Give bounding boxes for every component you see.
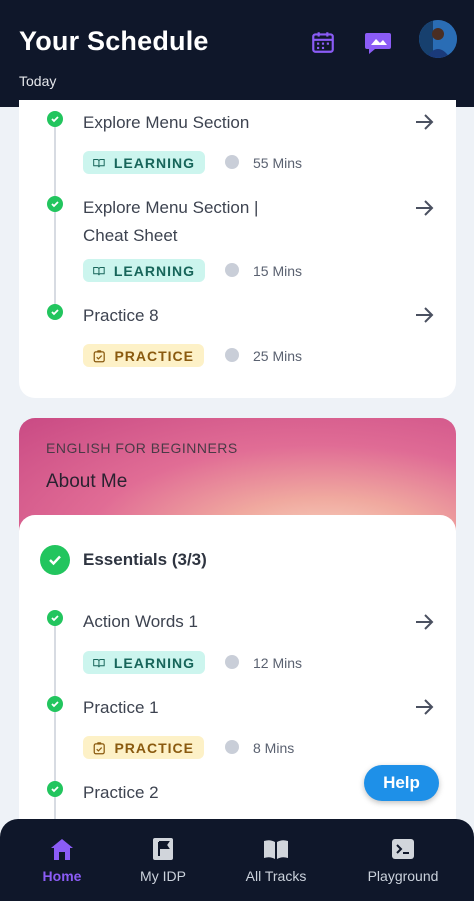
item-title[interactable]: Practice 8 — [83, 302, 159, 329]
nav-label: Playground — [367, 868, 439, 884]
item-title[interactable]: Action Words 1 — [83, 608, 198, 635]
clock-icon — [225, 740, 239, 754]
page-subtitle: Today — [19, 73, 57, 89]
badge-label: LEARNING — [113, 154, 195, 171]
check-icon — [47, 610, 63, 626]
flag-icon — [150, 837, 176, 861]
check-icon — [47, 696, 63, 712]
nav-playground[interactable]: Playground — [360, 819, 446, 901]
section-check-icon — [40, 545, 70, 575]
duration: 25 Mins — [253, 348, 303, 364]
calendar-icon[interactable] — [308, 27, 338, 57]
arrow-right-icon[interactable] — [412, 110, 436, 134]
item-title-line2[interactable]: Cheat Sheet — [83, 222, 178, 249]
arrow-right-icon[interactable] — [412, 303, 436, 327]
arrow-right-icon[interactable] — [412, 695, 436, 719]
learning-badge: LEARNING — [83, 151, 205, 174]
badge-label: PRACTICE — [114, 739, 194, 756]
arrow-right-icon[interactable] — [412, 196, 436, 220]
check-icon — [47, 781, 63, 797]
duration: 55 Mins — [253, 155, 303, 171]
practice-badge: PRACTICE — [83, 344, 204, 367]
clock-icon — [225, 263, 239, 277]
timeline-line — [54, 120, 56, 310]
course-label: ENGLISH FOR BEGINNERS — [46, 440, 238, 456]
nav-label: All Tracks — [245, 868, 307, 884]
learning-badge: LEARNING — [83, 651, 205, 674]
learning-badge: LEARNING — [83, 259, 205, 282]
app-header: Your Schedule Today — [0, 0, 474, 107]
check-icon — [47, 304, 63, 320]
item-title[interactable]: Explore Menu Section | — [83, 194, 258, 221]
home-icon — [49, 837, 75, 861]
chat-icon[interactable] — [363, 27, 393, 57]
avatar[interactable] — [419, 20, 457, 58]
check-icon — [47, 111, 63, 127]
course-name: About Me — [46, 471, 128, 492]
nav-label: Home — [42, 868, 82, 884]
clock-icon — [225, 155, 239, 169]
page-title: Your Schedule — [19, 26, 209, 56]
terminal-icon — [390, 837, 416, 861]
nav-home[interactable]: Home — [32, 819, 92, 901]
nav-label: My IDP — [140, 868, 186, 884]
arrow-right-icon[interactable] — [412, 610, 436, 634]
duration: 8 Mins — [253, 740, 295, 756]
clock-icon — [225, 348, 239, 362]
badge-label: PRACTICE — [114, 347, 194, 364]
bottom-nav: Home My IDP All Tracks Playground — [0, 819, 474, 901]
duration: 12 Mins — [253, 655, 303, 671]
check-icon — [47, 196, 63, 212]
badge-label: LEARNING — [113, 262, 195, 279]
practice-badge: PRACTICE — [83, 736, 204, 759]
help-button[interactable]: Help — [364, 765, 439, 801]
book-icon — [263, 837, 289, 861]
item-title[interactable]: Practice 2 — [83, 779, 159, 806]
nav-all-tracks[interactable]: All Tracks — [236, 819, 316, 901]
item-title[interactable]: Practice 1 — [83, 694, 159, 721]
nav-my-idp[interactable]: My IDP — [128, 819, 198, 901]
clock-icon — [225, 655, 239, 669]
duration: 15 Mins — [253, 263, 303, 279]
section-title[interactable]: Essentials (3/3) — [83, 550, 207, 570]
badge-label: LEARNING — [113, 654, 195, 671]
item-title[interactable]: Explore Menu Section — [83, 109, 249, 136]
